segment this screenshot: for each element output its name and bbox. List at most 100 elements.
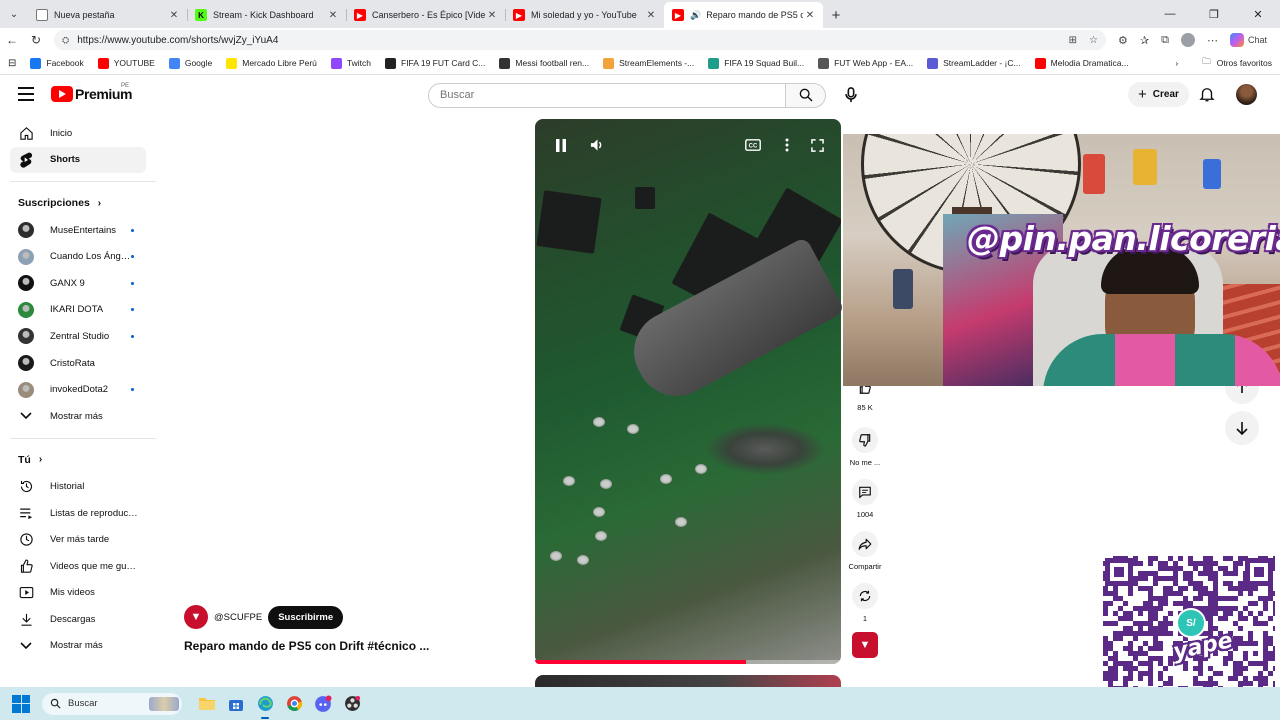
- obs-icon[interactable]: [341, 693, 363, 715]
- back-arrow-icon[interactable]: ←: [0, 33, 24, 47]
- browser-tab-active[interactable]: ▶ 🔊 Reparo mando de PS5 con Drift ✕: [664, 2, 823, 28]
- remix-button[interactable]: [852, 583, 878, 609]
- site-info-icon[interactable]: ⛭: [62, 35, 69, 46]
- close-window-icon[interactable]: ✕: [1236, 8, 1280, 21]
- search-input[interactable]: [428, 82, 786, 108]
- sidebar-item-liked-videos[interactable]: Videos que me gustan: [10, 553, 146, 580]
- subscription-item[interactable]: MuseEntertains: [10, 217, 146, 244]
- chrome-icon[interactable]: [283, 693, 305, 715]
- search-icon: [799, 88, 812, 102]
- sidebar-item-downloads[interactable]: Descargas: [10, 606, 146, 633]
- bookmark-item[interactable]: Facebook: [30, 57, 84, 69]
- close-tab-icon[interactable]: ✕: [485, 10, 499, 21]
- url-field[interactable]: ⛭ https://www.youtube.com/shorts/wvjZy_i…: [54, 30, 1106, 50]
- other-favorites[interactable]: Otros favoritos: [1217, 58, 1272, 68]
- close-tab-icon[interactable]: ✕: [326, 10, 340, 21]
- subscription-item[interactable]: Zentral Studio: [10, 323, 146, 350]
- sidebar-item-home[interactable]: Inicio: [10, 120, 146, 147]
- browser-tab[interactable]: K Stream - Kick Dashboard ✕: [187, 2, 346, 28]
- bookmark-item[interactable]: YOUTUBE: [97, 57, 155, 69]
- subscription-item[interactable]: CristoRata: [10, 350, 146, 377]
- collections-icon[interactable]: ⧉: [1161, 34, 1169, 47]
- browser-tab[interactable]: ▶ Mi soledad y yo - YouTube ✕: [505, 2, 664, 28]
- share-action[interactable]: Compartir: [842, 531, 888, 571]
- dislike-action[interactable]: No me ...: [842, 427, 888, 467]
- tab-list-chevron-icon[interactable]: ⌄: [3, 3, 25, 25]
- sound-thumbnail[interactable]: ▼: [852, 632, 878, 658]
- you-show-more[interactable]: Mostrar más: [10, 633, 146, 660]
- sidebar-item-history[interactable]: Historial: [10, 473, 146, 500]
- speaker-icon[interactable]: 🔊: [690, 10, 701, 21]
- bookmark-item[interactable]: FIFA 19 Squad Buil...: [708, 57, 804, 69]
- new-tab-plus-icon[interactable]: +: [823, 2, 849, 28]
- file-explorer-icon[interactable]: [196, 693, 218, 715]
- video-progress-bar[interactable]: [535, 660, 841, 664]
- more-options-button[interactable]: [773, 131, 801, 159]
- bookmark-item[interactable]: Mercado Libre Perú: [226, 57, 317, 69]
- subscription-item[interactable]: Cuando Los Ángeles: [10, 243, 146, 270]
- close-tab-icon[interactable]: ✕: [644, 10, 658, 21]
- favorite-star-icon[interactable]: ☆: [1089, 35, 1098, 46]
- subscriptions-show-more[interactable]: Mostrar más: [10, 403, 146, 430]
- browser-tab[interactable]: ▶ Canserbero - Es Épico [Video Oficial] …: [346, 2, 505, 28]
- copilot-chat-button[interactable]: Chat: [1229, 33, 1267, 47]
- discord-icon[interactable]: [312, 693, 334, 715]
- bookmark-item[interactable]: StreamElements -...: [603, 57, 694, 69]
- sidebar-item-shorts[interactable]: Shorts: [10, 146, 146, 174]
- sidebar-item-watch-later[interactable]: Ver más tarde: [10, 526, 146, 553]
- more-menu-icon[interactable]: ⋯: [1207, 34, 1218, 47]
- youtube-premium-logo[interactable]: Premium PE: [51, 83, 133, 102]
- search-button[interactable]: [786, 82, 826, 108]
- edge-icon[interactable]: [254, 693, 276, 719]
- channel-handle[interactable]: @SCUFPE: [214, 612, 262, 623]
- remix-action[interactable]: 1: [842, 583, 888, 623]
- subscription-item[interactable]: GANX 9: [10, 270, 146, 297]
- browser-tab[interactable]: Nueva pestaña ✕: [28, 2, 187, 28]
- dislike-button[interactable]: [852, 427, 878, 453]
- extensions-icon[interactable]: ⚙: [1118, 34, 1128, 47]
- subscription-item[interactable]: IKARI DOTA: [10, 297, 146, 324]
- voice-search-button[interactable]: [838, 82, 864, 108]
- maximize-icon[interactable]: ❐: [1192, 8, 1236, 21]
- bookmark-item[interactable]: FIFA 19 FUT Card C...: [385, 57, 485, 69]
- create-button[interactable]: + Crear: [1128, 82, 1189, 107]
- sidebar-item-playlists[interactable]: Listas de reproducción: [10, 500, 146, 527]
- captions-button[interactable]: CC: [739, 131, 767, 159]
- close-tab-icon[interactable]: ✕: [803, 10, 817, 21]
- bookmark-item[interactable]: FUT Web App - EA...: [818, 57, 913, 69]
- minimize-icon[interactable]: —: [1148, 8, 1192, 20]
- windows-start-icon[interactable]: [12, 694, 30, 713]
- pause-button[interactable]: [547, 131, 575, 159]
- share-button[interactable]: [852, 531, 878, 557]
- favorites-icon[interactable]: ✰: [1140, 34, 1149, 47]
- bookmark-item[interactable]: Google: [168, 57, 212, 69]
- account-avatar[interactable]: [1236, 84, 1257, 105]
- notifications-bell-icon[interactable]: [1198, 85, 1216, 103]
- comments-action[interactable]: 1004: [842, 479, 888, 519]
- bookmark-item[interactable]: Melodia Dramatica...: [1034, 57, 1129, 69]
- next-short-button[interactable]: [1225, 411, 1259, 445]
- app-available-icon[interactable]: ⊞: [1069, 35, 1077, 46]
- sidebar-item-my-videos[interactable]: Mis videos: [10, 580, 146, 607]
- taskbar-search[interactable]: Buscar: [42, 692, 182, 715]
- channel-logo[interactable]: ▼: [184, 605, 208, 629]
- bookmark-item[interactable]: StreamLadder - ¡C...: [927, 57, 1021, 69]
- comments-button[interactable]: [852, 479, 878, 505]
- video-progress-fill: [535, 660, 747, 664]
- short-title[interactable]: Reparo mando de PS5 con Drift #técnico .…: [184, 639, 484, 653]
- subscribe-button[interactable]: Suscribirme: [268, 605, 344, 629]
- refresh-icon[interactable]: ↻: [24, 33, 48, 47]
- bookmark-item[interactable]: Twitch: [330, 57, 371, 69]
- volume-button[interactable]: [583, 131, 611, 159]
- subscriptions-heading[interactable]: Suscripciones ›: [10, 190, 146, 217]
- you-heading[interactable]: Tú ›: [10, 447, 146, 474]
- close-tab-icon[interactable]: ✕: [167, 10, 181, 21]
- bookmark-item[interactable]: Messi football ren...: [499, 57, 589, 69]
- fullscreen-button[interactable]: [803, 131, 831, 159]
- reading-mode-icon[interactable]: ⊟: [8, 58, 16, 69]
- subscription-item[interactable]: invokedDota2: [10, 376, 146, 403]
- menu-icon[interactable]: [18, 87, 34, 101]
- bookmarks-overflow-chevron-icon[interactable]: ›: [1175, 58, 1178, 68]
- profile-avatar[interactable]: [1180, 33, 1195, 47]
- store-icon[interactable]: [225, 693, 247, 715]
